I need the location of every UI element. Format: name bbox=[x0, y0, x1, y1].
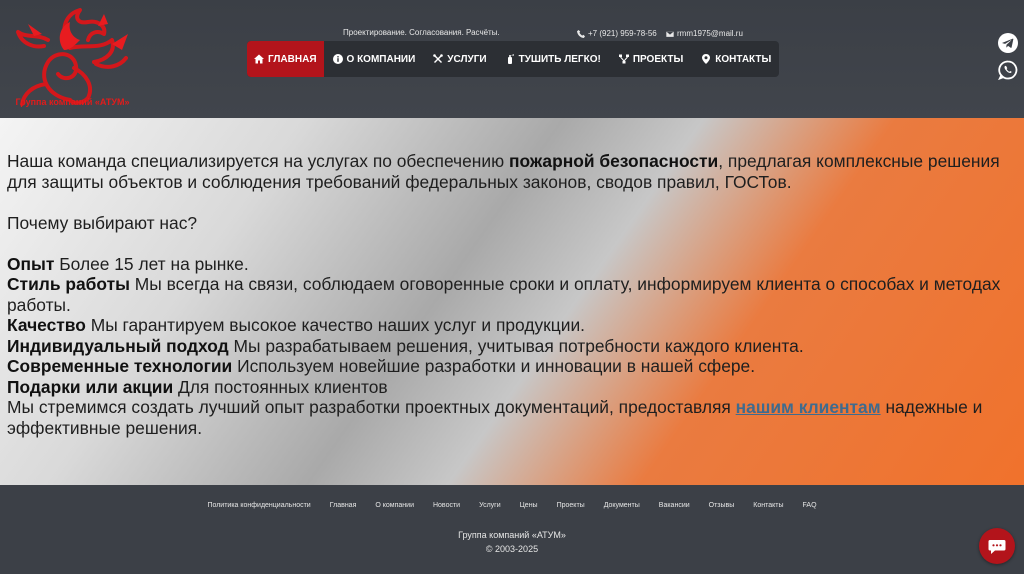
logo-caption: Группа компаний «АТУМ» bbox=[15, 97, 130, 107]
benefit-title: Индивидуальный подход bbox=[7, 335, 229, 356]
benefit-text: Более 15 лет на рынке. bbox=[54, 253, 249, 274]
nav-item-label: ТУШИТЬ ЛЕГКО! bbox=[518, 53, 601, 65]
nav-item-services[interactable]: УСЛУГИ bbox=[424, 41, 495, 77]
nav-item-label: КОНТАКТЫ bbox=[715, 53, 772, 65]
footer-link-about[interactable]: О компании bbox=[375, 502, 414, 509]
header-email[interactable]: rmm1975@mail.ru bbox=[666, 29, 743, 38]
nav-item-label: ПРОЕКТЫ bbox=[632, 53, 684, 65]
footer-link-privacy[interactable]: Политика конфиденциальности bbox=[207, 502, 310, 509]
footer-link-vacancies[interactable]: Вакансии bbox=[659, 502, 690, 509]
benefit-text: Мы гарантируем высокое качество наших ус… bbox=[85, 315, 586, 335]
envelope-icon bbox=[666, 29, 674, 38]
telegram-icon[interactable] bbox=[998, 33, 1018, 53]
site-footer: Политика конфиденциальности Главная О ко… bbox=[0, 485, 1024, 574]
footer-link-projects[interactable]: Проекты bbox=[557, 502, 585, 509]
closing-text: Мы стремимся создать лучший опыт разрабо… bbox=[7, 397, 736, 417]
footer-links: Политика конфиденциальности Главная О ко… bbox=[0, 502, 1024, 509]
nav-item-home[interactable]: ГЛАВНАЯ bbox=[247, 41, 324, 77]
extinguisher-icon bbox=[507, 54, 514, 64]
nav-item-extinguish[interactable]: ТУШИТЬ ЛЕГКО! bbox=[496, 41, 610, 77]
nav-item-projects[interactable]: ПРОЕКТЫ bbox=[610, 41, 692, 77]
main-nav: ГЛАВНАЯ О КОМПАНИИ УСЛУГИ ТУШИТЬ ЛЕГКО! … bbox=[247, 41, 779, 77]
benefit-title: Стиль работы bbox=[7, 274, 130, 294]
footer-link-prices[interactable]: Цены bbox=[520, 502, 538, 509]
dragon-logo-icon[interactable] bbox=[8, 4, 136, 112]
footer-link-services[interactable]: Услуги bbox=[479, 502, 501, 509]
phone-number: +7 (921) 959-78-56 bbox=[588, 29, 657, 38]
header-phone[interactable]: +7 (921) 959-78-56 bbox=[577, 29, 657, 38]
nav-item-label: ГЛАВНАЯ bbox=[268, 53, 317, 65]
nav-item-label: УСЛУГИ bbox=[447, 53, 487, 65]
info-icon bbox=[332, 54, 343, 64]
clients-link[interactable]: нашим клиентам bbox=[736, 397, 881, 417]
benefit-text: Используем новейшие разработки и инновац… bbox=[232, 356, 756, 376]
chat-bubble-icon bbox=[988, 540, 1006, 554]
benefit-item: Современные технологии Используем новейш… bbox=[7, 356, 1017, 377]
main-content: Наша команда специализируется на услугах… bbox=[0, 118, 1024, 485]
benefit-text: Мы разрабатываем решения, учитывая потре… bbox=[228, 335, 804, 356]
benefit-title: Опыт bbox=[7, 253, 55, 274]
benefit-title: Подарки или акции bbox=[7, 376, 174, 397]
tools-icon bbox=[433, 54, 444, 63]
nav-item-contacts[interactable]: КОНТАКТЫ bbox=[692, 41, 780, 77]
why-heading: Почему выбирают нас? bbox=[7, 212, 198, 233]
content-text: Наша команда специализируется на услугах… bbox=[7, 151, 1017, 438]
footer-link-reviews[interactable]: Отзывы bbox=[709, 502, 735, 509]
benefit-title: Качество bbox=[7, 315, 86, 335]
benefit-item: Опыт Более 15 лет на рынке. bbox=[7, 254, 1017, 275]
footer-link-news[interactable]: Новости bbox=[433, 502, 460, 509]
chat-button[interactable] bbox=[979, 528, 1015, 564]
benefit-title: Современные технологии bbox=[7, 356, 233, 376]
footer-copyright: © 2003-2025 bbox=[485, 544, 539, 554]
site-header: Группа компаний «АТУМ» Проектирование. С… bbox=[0, 0, 1024, 118]
header-tagline: Проектирование. Согласования. Расчёты. bbox=[343, 28, 500, 37]
footer-link-documents[interactable]: Документы bbox=[604, 502, 640, 509]
footer-company: Группа компаний «АТУМ» bbox=[458, 530, 566, 540]
phone-icon bbox=[577, 29, 585, 38]
footer-link-home[interactable]: Главная bbox=[330, 502, 357, 509]
nav-item-label: О КОМПАНИИ bbox=[346, 53, 416, 65]
closing-paragraph: Мы стремимся создать лучший опыт разрабо… bbox=[7, 397, 1017, 438]
benefit-item: Подарки или акции Для постоянных клиенто… bbox=[7, 377, 1017, 398]
email-address: rmm1975@mail.ru bbox=[677, 29, 743, 38]
benefit-item: Индивидуальный подход Мы разрабатываем р… bbox=[7, 336, 1017, 357]
sitemap-icon bbox=[618, 54, 629, 64]
footer-link-contacts[interactable]: Контакты bbox=[753, 502, 783, 509]
intro-paragraph: Наша команда специализируется на услугах… bbox=[7, 151, 1017, 192]
footer-link-faq[interactable]: FAQ bbox=[803, 502, 817, 509]
intro-text: Наша команда специализируется на услугах… bbox=[7, 151, 509, 171]
map-pin-icon bbox=[702, 54, 711, 64]
whatsapp-icon[interactable] bbox=[998, 60, 1018, 80]
nav-item-about[interactable]: О КОМПАНИИ bbox=[324, 41, 425, 77]
benefit-item: Качество Мы гарантируем высокое качество… bbox=[7, 315, 1017, 336]
benefit-text: Для постоянных клиентов bbox=[173, 376, 388, 397]
home-icon bbox=[254, 54, 264, 64]
intro-bold: пожарной безопасности bbox=[508, 151, 719, 171]
benefit-text: Мы всегда на связи, соблюдаем оговоренны… bbox=[7, 274, 1001, 315]
benefit-item: Стиль работы Мы всегда на связи, соблюда… bbox=[7, 274, 1017, 315]
